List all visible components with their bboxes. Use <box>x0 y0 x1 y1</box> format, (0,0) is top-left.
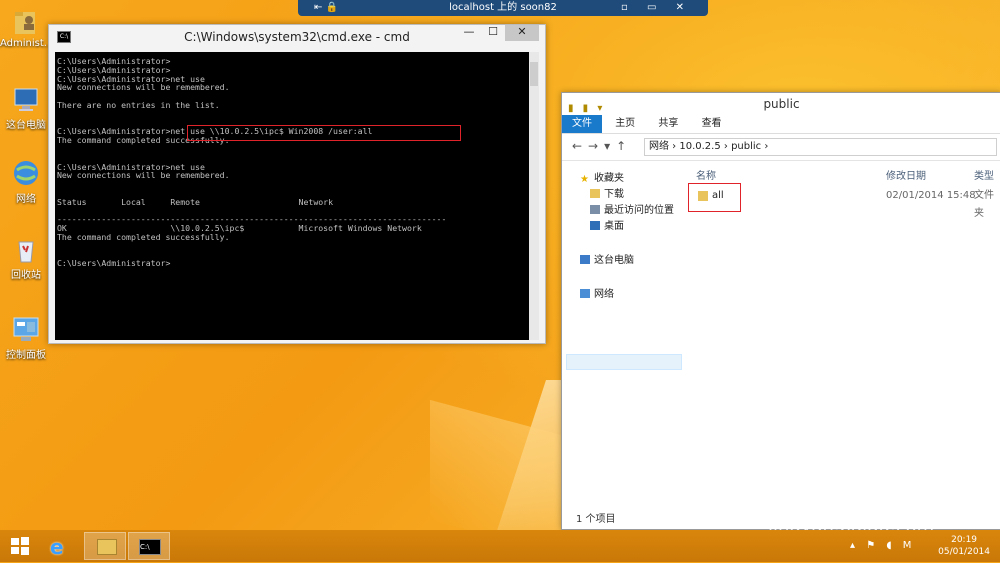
console-line: New connections will be remembered. <box>57 170 230 181</box>
tab-share[interactable]: 共享 <box>648 115 688 133</box>
nav-desktop[interactable]: 桌面 <box>590 219 624 235</box>
file-modified: 02/01/2014 15:48 <box>886 190 976 201</box>
nav-this-pc[interactable]: 这台电脑 <box>580 253 634 269</box>
desktop-icon-label: 控制面板 <box>6 350 46 361</box>
nav-network[interactable]: 网络 <box>580 287 614 303</box>
highlight-annotation <box>187 125 461 141</box>
remote-title: localhost 上的 soon82 <box>449 2 557 13</box>
explorer-title: public <box>763 97 800 111</box>
clock-date: 05/01/2014 <box>938 547 990 557</box>
nav-favorites[interactable]: ★ 收藏夹 <box>580 171 624 187</box>
desktop-icon-label: 这台电脑 <box>6 120 46 131</box>
column-modified[interactable]: 修改日期 <box>886 167 926 182</box>
tab-home[interactable]: 主页 <box>605 115 645 133</box>
desktop-icon-administrator[interactable]: Administ... <box>0 6 54 49</box>
desktop-icon-network[interactable]: 网络 <box>0 158 52 205</box>
desktop-icon-label: Administ... <box>0 38 54 49</box>
desktop-icon <box>590 221 600 230</box>
system-tray[interactable]: ▴ ⚑ ◖ M <box>850 540 915 551</box>
highlight-annotation <box>688 183 741 212</box>
maximize-button[interactable]: ☐ <box>481 25 505 41</box>
breadcrumb-public[interactable]: public <box>731 141 761 152</box>
breadcrumb-host[interactable]: 10.0.2.5 <box>679 141 720 152</box>
cmd-title: C:\Windows\system32\cmd.exe - cmd <box>184 30 410 44</box>
console-icon: C:\ <box>57 31 71 43</box>
console-icon: C:\ <box>139 539 161 555</box>
address-bar-row: ←→▾↑ 网络 › 10.0.2.5 › public › <box>562 134 1000 161</box>
close-button[interactable]: ✕ <box>505 25 539 41</box>
console-line: The command completed successfully. <box>57 231 230 242</box>
taskbar-ie[interactable]: e <box>44 532 76 560</box>
console-line: There are no entries in the list. <box>57 99 220 110</box>
console-line: New connections will be remembered. <box>57 82 230 93</box>
console-output[interactable]: C:\Users\Administrator> C:\Users\Administ… <box>55 52 529 340</box>
tab-file[interactable]: 文件 <box>562 115 602 133</box>
baidu-logo: Baidu 经验 <box>760 474 872 498</box>
tab-view[interactable]: 查看 <box>692 115 732 133</box>
network-globe-icon <box>14 161 38 185</box>
recycle-bin-icon <box>18 241 34 263</box>
windows-logo-icon <box>11 537 29 555</box>
computer-icon <box>580 255 590 264</box>
status-bar: 1 个项目 <box>576 514 616 525</box>
nav-downloads[interactable]: 下载 <box>590 187 624 203</box>
clock-time: 20:19 <box>951 535 978 545</box>
remote-connection-bar: ⇤ 🔒 localhost 上的 soon82 ▫ ▭ ✕ <box>298 0 708 16</box>
minimize-button[interactable]: — <box>457 25 481 41</box>
address-bar[interactable]: 网络 › 10.0.2.5 › public › <box>644 138 997 156</box>
taskbar: e C:\ ▴ ⚑ ◖ M 20:19 05/01/2014 <box>0 530 1000 562</box>
nav-recent[interactable]: 最近访问的位置 <box>590 203 674 219</box>
breadcrumb-network[interactable]: 网络 <box>649 141 669 152</box>
pin-icon[interactable]: ⇤ 🔒 <box>314 0 338 16</box>
folder-icon <box>590 189 600 198</box>
nav-buttons[interactable]: ←→▾↑ <box>572 139 632 153</box>
cmd-window[interactable]: C:\ C:\Windows\system32\cmd.exe - cmd — … <box>48 24 546 344</box>
taskbar-cmd[interactable]: C:\ <box>128 532 170 560</box>
desktop-icon-label: 回收站 <box>11 270 41 281</box>
network-icon <box>580 289 590 298</box>
ribbon-tabs[interactable]: 文件 主页 共享 查看 <box>562 115 1000 134</box>
explorer-title-bar[interactable]: ▮ ▮ ▾ public <box>562 93 1000 115</box>
star-icon: ★ <box>580 174 589 185</box>
start-button[interactable] <box>6 532 34 560</box>
taskbar-explorer[interactable] <box>84 532 126 560</box>
navigation-pane: ★ 收藏夹 下载 最近访问的位置 桌面 这台电脑 网络 <box>562 161 682 509</box>
remote-window-controls[interactable]: ▫ ▭ ✕ <box>621 0 692 16</box>
clock[interactable]: 20:19 05/01/2014 <box>938 534 990 558</box>
recent-icon <box>590 205 600 214</box>
selection-highlight <box>566 354 682 370</box>
computer-icon <box>14 88 38 111</box>
console-line: C:\Users\Administrator> <box>57 258 171 269</box>
desktop-icon-control-panel[interactable]: 控制面板 <box>0 314 52 361</box>
file-type: 文件夹 <box>974 190 994 219</box>
internet-explorer-icon: e <box>50 535 64 559</box>
control-panel-icon <box>13 317 39 341</box>
desktop-icon-label: 网络 <box>16 194 36 205</box>
explorer-window[interactable]: ▮ ▮ ▾ public 文件 主页 共享 查看 ←→▾↑ 网络 › 10.0.… <box>561 92 1000 530</box>
desktop-icon-this-pc[interactable]: 这台电脑 <box>0 84 52 131</box>
file-explorer-icon <box>97 539 117 555</box>
console-scrollbar[interactable] <box>529 52 539 340</box>
console-line: Status Local Remote Network <box>57 196 334 207</box>
column-type[interactable]: 类型 <box>974 167 994 182</box>
desktop-icon-recycle-bin[interactable]: 回收站 <box>0 234 52 281</box>
cmd-title-bar[interactable]: C:\ C:\Windows\system32\cmd.exe - cmd — … <box>49 25 545 49</box>
column-name[interactable]: 名称 <box>696 167 716 182</box>
user-folder-icon <box>15 12 35 34</box>
file-list: 名称 修改日期 类型 all 02/01/2014 15:48 文件夹 <box>684 161 1000 509</box>
